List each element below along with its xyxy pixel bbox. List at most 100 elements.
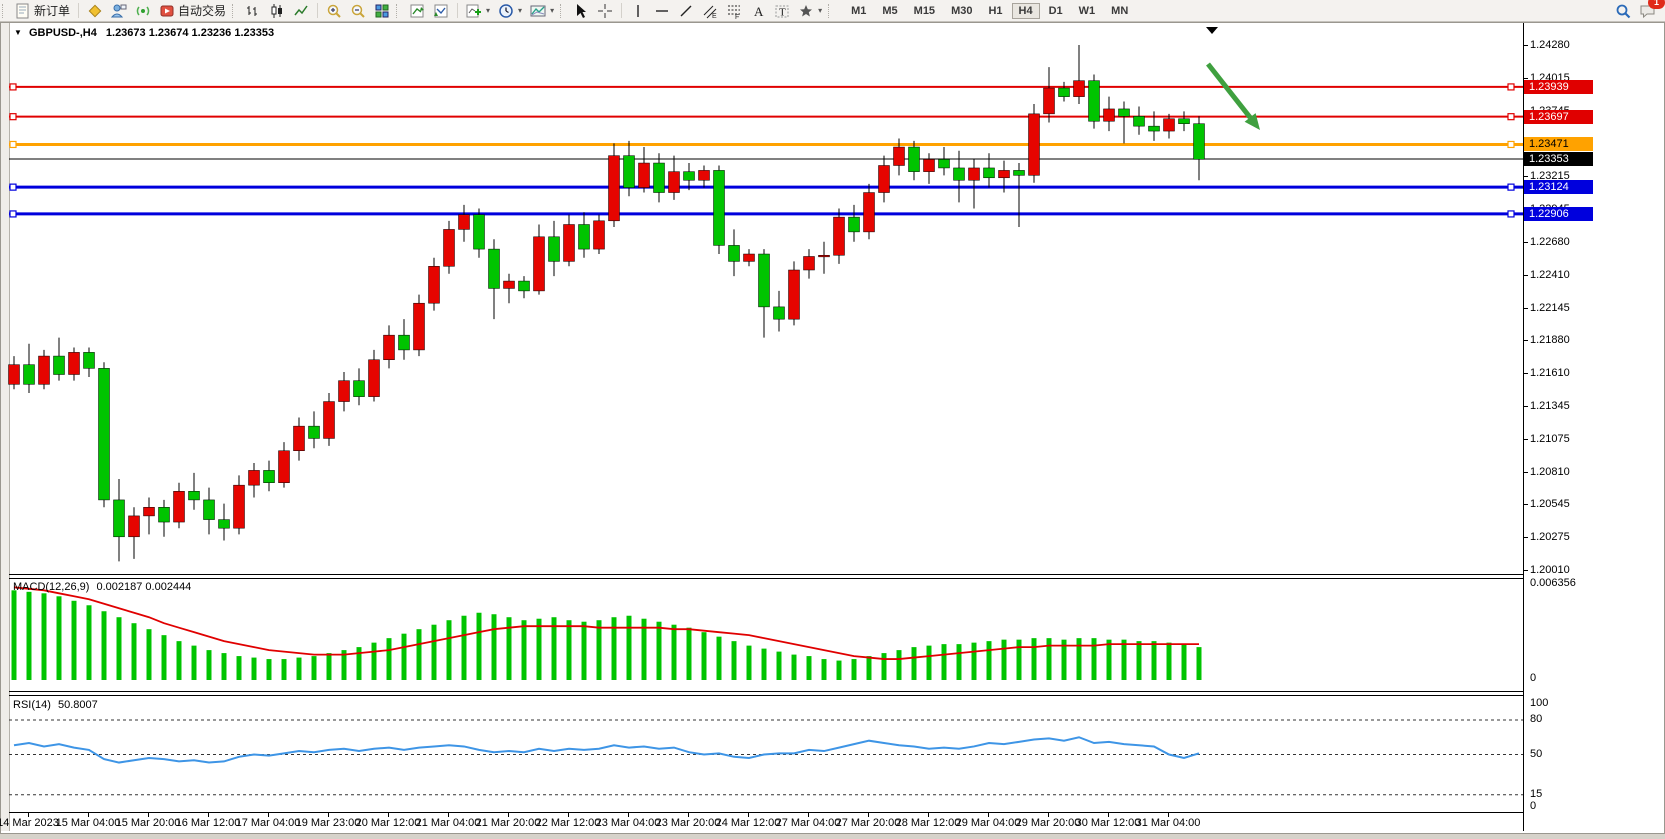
zoom-out-icon [350, 3, 366, 19]
candle-body-up [504, 281, 515, 288]
macd-histogram-bar [912, 647, 917, 680]
candle-body-up [864, 193, 875, 232]
candle-body-up [39, 356, 50, 384]
candle-body-down [954, 168, 965, 180]
price-tick-mark [1523, 45, 1528, 46]
hline-tool-button[interactable] [650, 1, 674, 20]
candle-body-up [789, 270, 800, 319]
toolbar-separator [78, 3, 79, 18]
support-line-2-handle[interactable] [10, 211, 16, 217]
candle-body-up [384, 335, 395, 360]
bar-chart-icon [245, 3, 261, 19]
support-line-1-handle[interactable] [10, 184, 16, 190]
vline-tool-button[interactable] [626, 1, 650, 20]
macd-histogram-bar [372, 643, 377, 680]
resistance-line-2-handle[interactable] [10, 114, 16, 120]
rsi-name: RSI(14) [13, 699, 51, 711]
toolbar-separator [457, 3, 458, 18]
auto-trading-button[interactable]: 自动交易 [155, 1, 230, 20]
accounts-button[interactable] [107, 1, 131, 20]
candle-body-up [339, 381, 350, 402]
main-price-chart[interactable] [9, 25, 1524, 575]
timeframe-W1[interactable]: W1 [1072, 3, 1103, 19]
time-axis-label: 28 Mar 12:00 [896, 817, 961, 829]
svg-text:F: F [735, 14, 739, 21]
resistance-line-2-handle[interactable] [1508, 114, 1514, 120]
chevron-down-icon[interactable]: ▾ [486, 6, 490, 15]
chevron-down-icon[interactable]: ▾ [818, 6, 822, 15]
timeframe-M5[interactable]: M5 [875, 3, 904, 19]
channel-tool-button[interactable]: E [698, 1, 722, 20]
chevron-down-icon[interactable]: ▾ [550, 6, 554, 15]
candle-body-down [399, 335, 410, 350]
macd-histogram-bar [1017, 640, 1022, 680]
cursor-tool-button[interactable] [569, 1, 593, 20]
timeframe-M1[interactable]: M1 [844, 3, 873, 19]
chart-shift-marker-icon[interactable] [1206, 27, 1218, 34]
signals-button[interactable] [131, 1, 155, 20]
resistance-line-1-handle[interactable] [10, 84, 16, 90]
macd-histogram-bar [612, 617, 617, 680]
template-button[interactable]: ▾ [526, 1, 558, 20]
cursor-icon [573, 3, 589, 19]
zoom-in-icon [326, 3, 342, 19]
macd-histogram-bar [132, 623, 137, 680]
time-axis-label: 23 Mar 20:00 [656, 817, 721, 829]
down-arrow-annotation[interactable] [1208, 64, 1250, 117]
zoom-out-button[interactable] [346, 1, 370, 20]
bar-chart-mode-button[interactable] [241, 1, 265, 20]
market-watch-button[interactable] [83, 1, 107, 20]
support-line-1-handle[interactable] [1508, 184, 1514, 190]
candle-body-up [444, 229, 455, 266]
line-chart-mode-button[interactable] [289, 1, 313, 20]
pivot-line-handle[interactable] [1508, 141, 1514, 147]
fibonacci-tool-button[interactable]: F [722, 1, 746, 20]
timeframe-D1[interactable]: D1 [1042, 3, 1070, 19]
arrows-tool-button[interactable]: ▾ [794, 1, 826, 20]
time-axis-label: 14 Mar 2023 [0, 817, 59, 829]
indicator-window-button[interactable] [405, 1, 429, 20]
timeframe-H1[interactable]: H1 [981, 3, 1009, 19]
macd-histogram-bar [117, 617, 122, 680]
candle-body-down [759, 254, 770, 307]
macd-histogram-bar [717, 637, 722, 680]
candle-body-down [474, 215, 485, 249]
search-button[interactable] [1611, 1, 1635, 20]
notifications-button[interactable]: 1 [1635, 1, 1659, 20]
timeframe-M15[interactable]: M15 [907, 3, 942, 19]
macd-histogram-bar [522, 620, 527, 680]
timeframe-MN[interactable]: MN [1104, 3, 1135, 19]
macd-histogram-bar [792, 655, 797, 680]
toolbar-grip [232, 4, 237, 18]
tile-windows-button[interactable] [370, 1, 394, 20]
macd-histogram-bar [267, 659, 272, 680]
macd-histogram-bar [882, 653, 887, 680]
timeframe-H4[interactable]: H4 [1012, 3, 1040, 19]
timeframe-M30[interactable]: M30 [944, 3, 979, 19]
macd-panel[interactable] [9, 579, 1524, 691]
time-axis-label: 20 Mar 12:00 [356, 817, 421, 829]
macd-histogram-bar [702, 632, 707, 680]
rsi-panel[interactable] [9, 696, 1524, 812]
pivot-line-handle[interactable] [10, 141, 16, 147]
label-tool-button[interactable]: T [770, 1, 794, 20]
support-line-2-handle[interactable] [1508, 211, 1514, 217]
macd-histogram-bar [657, 622, 662, 680]
candlestick-mode-button[interactable] [265, 1, 289, 20]
macd-histogram-bar [1107, 640, 1112, 680]
candle-body-up [564, 225, 575, 262]
trendline-tool-button[interactable] [674, 1, 698, 20]
chevron-down-icon[interactable]: ▾ [518, 6, 522, 15]
zoom-in-button[interactable] [322, 1, 346, 20]
period-button[interactable]: ▾ [494, 1, 526, 20]
price-tick-mark [1523, 537, 1528, 538]
price-tick-label: 1.20275 [1530, 531, 1570, 543]
add-indicator-button[interactable]: ▾ [462, 1, 494, 20]
resistance-line-1-handle[interactable] [1508, 84, 1514, 90]
crosshair-tool-button[interactable] [593, 1, 617, 20]
macd-histogram-bar [162, 635, 167, 680]
auto-trading-icon [159, 3, 175, 19]
new-order-button[interactable]: 新订单 [11, 1, 74, 20]
text-tool-button[interactable]: A [746, 1, 770, 20]
indicator-window2-button[interactable] [429, 1, 453, 20]
